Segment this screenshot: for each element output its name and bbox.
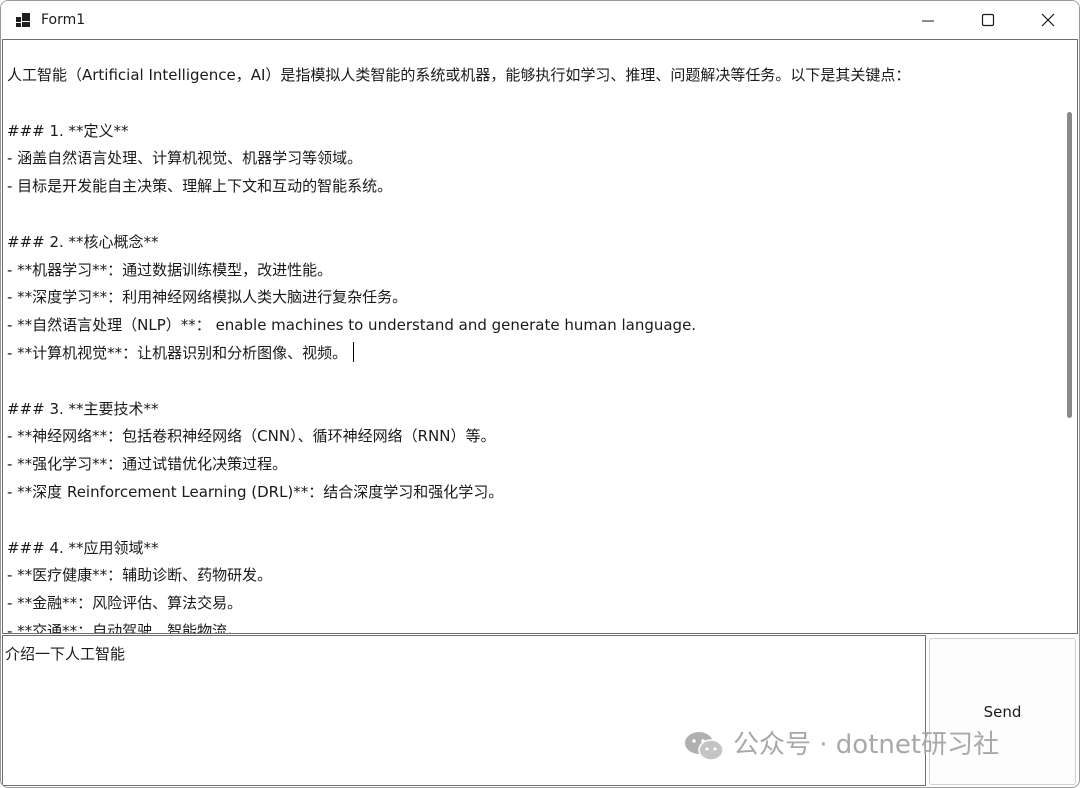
response-text: 人工智能（Artificial Intelligence，AI）是指模拟人类智能… <box>7 62 1047 634</box>
minimize-icon <box>922 20 934 22</box>
response-line: - **深度学习**：利用神经网络模拟人类大脑进行复杂任务。 <box>7 288 408 307</box>
send-button-label: Send <box>983 703 1022 721</box>
response-line: - **强化学习**：通过试错优化决策过程。 <box>7 455 288 474</box>
response-line <box>7 201 1047 229</box>
response-line: - **自然语言处理（NLP）**： enable machines to un… <box>7 316 697 335</box>
response-line: ### 4. **应用领域** <box>7 538 159 557</box>
text-caret <box>353 341 355 362</box>
response-line: - **交通**：自动驾驶、智能物流。 <box>7 621 243 634</box>
app-window: Form1 人工智能（Artificial Intelligence，AI）是指… <box>0 0 1080 788</box>
response-line: - **计算机视觉**：让机器识别和分析图像、视频。 <box>7 340 1047 368</box>
response-line <box>7 90 1047 118</box>
response-line <box>7 368 1047 396</box>
response-line: - 目标是开发能自主决策、理解上下文和互动的智能系统。 <box>7 177 393 196</box>
close-button[interactable] <box>1018 1 1078 39</box>
response-line: - **医疗健康**：辅助诊断、药物研发。 <box>7 566 273 585</box>
wechat-icon <box>685 732 724 761</box>
close-icon <box>1041 13 1055 27</box>
response-line: ### 3. **主要技术** <box>7 399 159 418</box>
maximize-button[interactable] <box>958 1 1018 39</box>
response-textbox[interactable]: 人工智能（Artificial Intelligence，AI）是指模拟人类智能… <box>2 39 1078 634</box>
title-bar[interactable]: Form1 <box>1 1 1079 39</box>
response-line <box>7 507 1047 535</box>
response-line: - 涵盖自然语言处理、计算机视觉、机器学习等领域。 <box>7 149 363 168</box>
prompt-input-text: 介绍一下人工智能 <box>5 645 126 663</box>
scrollbar-thumb[interactable] <box>1067 112 1072 418</box>
watermark-text: 公众号 · dotnet研习社 <box>733 730 1000 760</box>
vertical-scrollbar[interactable] <box>1061 40 1077 633</box>
response-line: - **金融**：风险评估、算法交易。 <box>7 594 243 613</box>
response-line: - **机器学习**：通过数据训练模型，改进性能。 <box>7 260 333 279</box>
response-line: - **神经网络**：包括卷积神经网络（CNN）、循环神经网络（RNN）等。 <box>7 427 496 446</box>
app-icon <box>16 13 30 27</box>
response-line: - **深度 Reinforcement Learning (DRL)**：结合… <box>7 482 504 501</box>
response-line: 人工智能（Artificial Intelligence，AI）是指模拟人类智能… <box>7 66 911 84</box>
prompt-input[interactable]: 介绍一下人工智能 <box>2 635 926 786</box>
minimize-button[interactable] <box>898 1 958 39</box>
window-title: Form1 <box>41 12 86 28</box>
response-line: ### 1. **定义** <box>7 121 129 140</box>
maximize-icon <box>981 13 995 27</box>
response-line: ### 2. **核心概念** <box>7 232 159 251</box>
